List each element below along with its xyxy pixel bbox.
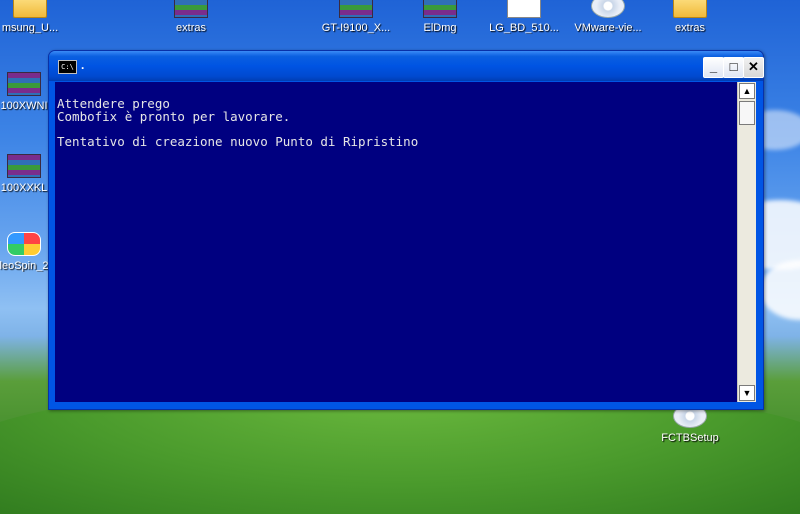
winrar-archive-icon bbox=[339, 0, 373, 18]
minimize-button[interactable]: _ bbox=[703, 57, 724, 78]
close-button[interactable]: ✕ bbox=[743, 57, 764, 78]
desktop-icon-extras-folder[interactable]: extras bbox=[648, 0, 732, 34]
desktop-icon-label: FCTBSetup bbox=[661, 432, 719, 444]
desktop-icon-fctbsetup[interactable]: FCTBSetup bbox=[648, 404, 732, 444]
document-icon bbox=[507, 0, 541, 18]
desktop-icon-eldmg[interactable]: ElDmg bbox=[398, 0, 482, 34]
winrar-archive-icon bbox=[7, 72, 41, 96]
desktop-icon-label: extras bbox=[675, 22, 705, 34]
command-prompt-window: C:\ . _ □ ✕ Attendere prego Combofix è p… bbox=[48, 50, 764, 410]
window-titlebar[interactable]: C:\ . _ □ ✕ bbox=[49, 51, 764, 81]
console-line: Tentativo di creazione nuovo Punto di Ri… bbox=[57, 134, 419, 149]
folder-icon bbox=[673, 0, 707, 18]
scroll-down-button[interactable]: ▼ bbox=[739, 385, 755, 401]
desktop-icon-label: extras bbox=[176, 22, 206, 34]
app-icon bbox=[7, 232, 41, 256]
desktop-icon-extras-archive[interactable]: extras bbox=[149, 0, 233, 34]
desktop-icon-label: GT-I9100_X... bbox=[321, 22, 391, 34]
window-title: . bbox=[81, 58, 85, 72]
cd-installer-icon bbox=[591, 0, 625, 18]
maximize-button[interactable]: □ bbox=[723, 57, 744, 78]
console-output[interactable]: Attendere prego Combofix è pronto per la… bbox=[55, 82, 737, 402]
folder-icon bbox=[13, 0, 47, 18]
desktop-icon-label: LG_BD_510... bbox=[489, 22, 559, 34]
desktop-icon-vmware[interactable]: VMware-vie... bbox=[566, 0, 650, 34]
winrar-archive-icon bbox=[423, 0, 457, 18]
winrar-archive-icon bbox=[7, 154, 41, 178]
desktop-icon-gt-i9100[interactable]: GT-I9100_X... bbox=[314, 0, 398, 34]
desktop-icon-lg-bd[interactable]: LG_BD_510... bbox=[482, 0, 566, 34]
desktop-icon-label: ElDmg bbox=[423, 22, 457, 34]
desktop-icon-samsung-folder[interactable]: msung_U... bbox=[0, 0, 72, 34]
desktop-icon-label: msung_U... bbox=[1, 22, 59, 34]
scroll-thumb[interactable] bbox=[739, 101, 755, 125]
desktop-icon-label: VMware-vie... bbox=[574, 22, 642, 34]
winrar-archive-icon bbox=[174, 0, 208, 18]
vertical-scrollbar[interactable]: ▲ ▼ bbox=[737, 82, 756, 402]
console-line: Combofix è pronto per lavorare. bbox=[57, 109, 291, 124]
command-prompt-icon[interactable]: C:\ bbox=[58, 60, 77, 74]
scroll-up-button[interactable]: ▲ bbox=[739, 83, 755, 99]
